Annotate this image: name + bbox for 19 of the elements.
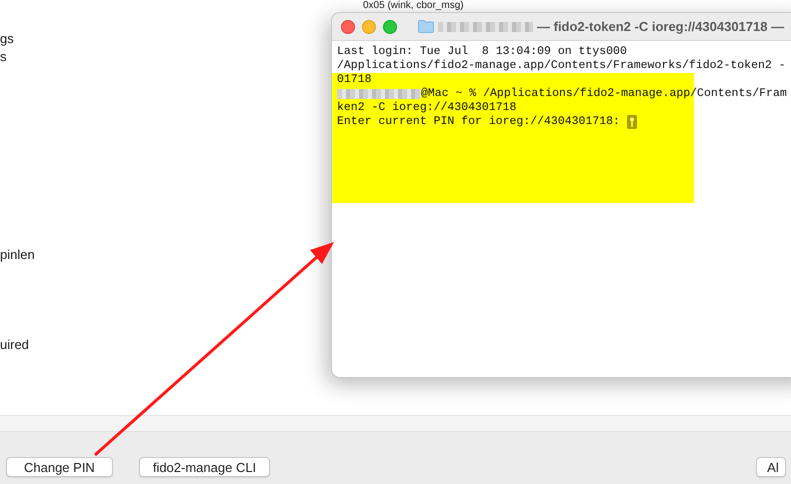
zoom-button[interactable] xyxy=(383,20,397,34)
terminal-line: ken2 -C ioreg://4304301718 xyxy=(337,101,516,115)
row-label: uired xyxy=(0,337,29,353)
folder-icon xyxy=(418,20,434,33)
terminal-line: 01718 xyxy=(337,73,372,87)
header-text: 0x05 (wink, cbor_msg) xyxy=(363,0,465,12)
row-label: s xyxy=(0,49,6,65)
button[interactable]: fido2-manage CLI xyxy=(138,457,270,477)
window-title: — fido2-token2 -C ioreg://4304301718 — xyxy=(537,19,784,34)
row-label: pinlen xyxy=(0,247,35,263)
key-icon xyxy=(626,115,637,129)
button[interactable]: Change PIN xyxy=(6,457,113,477)
close-button[interactable] xyxy=(341,20,355,34)
terminal-line: /Applications/fido2-manage.app/Contents/Frameworks/fido2-token2 - xyxy=(337,59,786,73)
button[interactable]: Al xyxy=(756,457,786,477)
terminal-line: Enter current PIN for ioreg://4304301718: xyxy=(337,115,620,129)
terminal-line: Last login: Tue Jul 8 13:04:09 on ttys000 xyxy=(337,45,627,59)
minimize-button[interactable] xyxy=(362,20,376,34)
row-label: gs xyxy=(0,31,14,47)
